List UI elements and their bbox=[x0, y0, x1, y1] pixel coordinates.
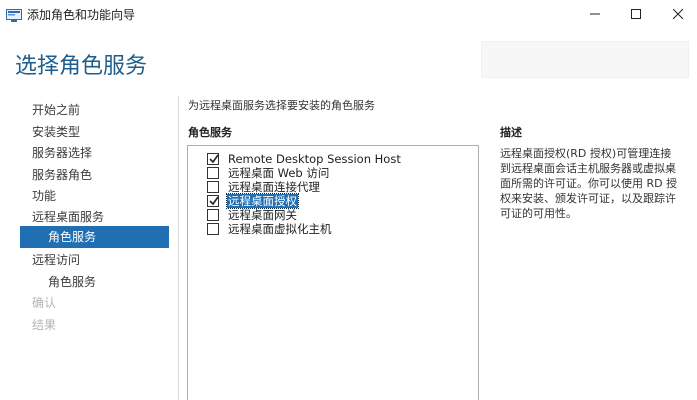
role-label-connection-broker[interactable]: 远程桌面连接代理 bbox=[227, 180, 321, 194]
nav-server-selection[interactable]: 服务器选择 bbox=[32, 144, 92, 161]
role-row-licensing[interactable]: 远程桌面授权 bbox=[207, 193, 299, 209]
title-bar: 添加角色和功能向导 bbox=[0, 0, 697, 28]
role-row-virtualization-host[interactable]: 远程桌面虚拟化主机 bbox=[207, 222, 333, 236]
nav-role-services-rds[interactable]: 角色服务 bbox=[20, 226, 169, 248]
nav-server-roles[interactable]: 服务器角色 bbox=[32, 166, 92, 183]
role-row-gateway[interactable]: 远程桌面网关 bbox=[207, 208, 298, 222]
role-row-session-host[interactable]: Remote Desktop Session Host bbox=[207, 152, 402, 166]
checkbox-virtualization-host[interactable] bbox=[207, 223, 219, 235]
role-label-licensing[interactable]: 远程桌面授权 bbox=[226, 193, 299, 209]
role-row-web-access[interactable]: 远程桌面 Web 访问 bbox=[207, 166, 330, 180]
checkbox-web-access[interactable] bbox=[207, 167, 219, 179]
nav-results: 结果 bbox=[32, 318, 57, 332]
page-title: 选择角色服务 bbox=[15, 54, 148, 79]
nav-remote-desktop-services[interactable]: 远程桌面服务 bbox=[32, 208, 104, 225]
maximize-icon bbox=[631, 9, 641, 19]
destination-server-box bbox=[481, 41, 689, 78]
role-services-list[interactable]: Remote Desktop Session Host 远程桌面 Web 访问 … bbox=[187, 145, 479, 400]
role-label-web-access[interactable]: 远程桌面 Web 访问 bbox=[227, 166, 330, 180]
nav-role-services-ra[interactable]: 角色服务 bbox=[48, 273, 96, 290]
checkmark-icon bbox=[209, 196, 219, 206]
close-icon bbox=[673, 9, 683, 19]
nav-installation-type[interactable]: 安装类型 bbox=[32, 123, 80, 140]
nav-divider bbox=[178, 96, 179, 400]
nav-features[interactable]: 功能 bbox=[32, 187, 56, 204]
nav-remote-access[interactable]: 远程访问 bbox=[32, 251, 80, 268]
role-row-connection-broker[interactable]: 远程桌面连接代理 bbox=[207, 180, 321, 194]
description-header: 描述 bbox=[500, 126, 522, 139]
checkbox-session-host[interactable] bbox=[207, 153, 219, 165]
nav-before-you-begin[interactable]: 开始之前 bbox=[32, 101, 80, 118]
role-label-gateway[interactable]: 远程桌面网关 bbox=[227, 208, 298, 222]
instruction-text: 为远程桌面服务选择要安装的角色服务 bbox=[188, 99, 375, 112]
checkmark-icon bbox=[209, 154, 219, 164]
server-manager-icon bbox=[6, 7, 22, 22]
maximize-button[interactable] bbox=[613, 0, 659, 28]
role-label-virtualization-host[interactable]: 远程桌面虚拟化主机 bbox=[227, 222, 333, 236]
checkbox-licensing[interactable] bbox=[207, 195, 219, 207]
minimize-icon bbox=[590, 13, 600, 15]
roles-header: 角色服务 bbox=[188, 126, 232, 139]
role-label-session-host[interactable]: Remote Desktop Session Host bbox=[227, 152, 402, 166]
nav-confirmation: 确认 bbox=[32, 296, 57, 310]
window-title: 添加角色和功能向导 bbox=[27, 8, 136, 22]
minimize-button[interactable] bbox=[572, 0, 618, 28]
checkbox-gateway[interactable] bbox=[207, 209, 219, 221]
checkbox-connection-broker[interactable] bbox=[207, 181, 219, 193]
description-text: 远程桌面授权(RD 授权)可管理连接到远程桌面会话主机服务器或虚拟桌面所需的许可… bbox=[500, 147, 678, 220]
close-button[interactable] bbox=[655, 0, 697, 28]
